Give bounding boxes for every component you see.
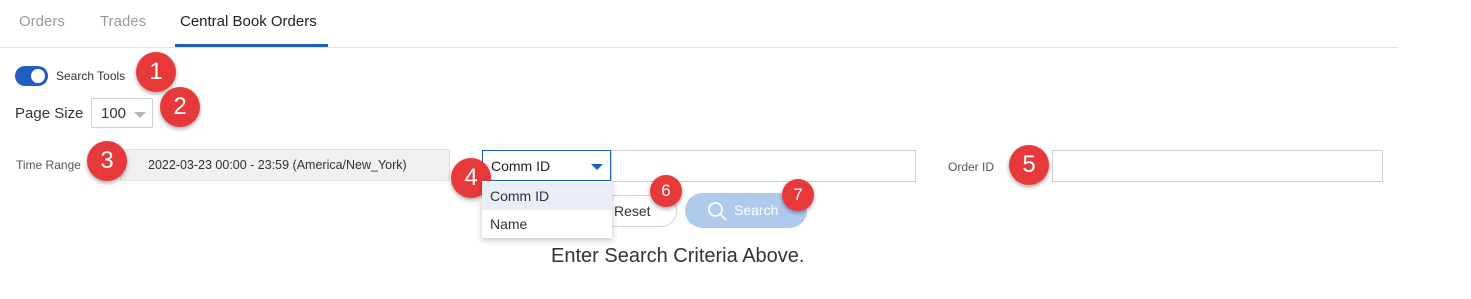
time-range-value: 2022-03-23 00:00 - 23:59 (America/New_Yo… [148, 158, 407, 172]
callout-badge-1: 1 [136, 52, 176, 92]
page-size-label: Page Size [15, 105, 84, 122]
time-range-label: Time Range [16, 158, 81, 172]
search-button-label: Search [734, 202, 779, 218]
search-field-select[interactable]: Comm ID [482, 150, 611, 181]
empty-state-message: Enter Search Criteria Above. [551, 245, 805, 267]
callout-badge-2: 2 [160, 87, 200, 127]
page-size-value: 100 [101, 105, 127, 122]
tabs-divider [0, 47, 1398, 48]
search-tools-label: Search Tools [56, 69, 126, 83]
search-tools-toggle[interactable] [15, 66, 48, 86]
reset-button-label: Reset [614, 203, 651, 219]
time-range-picker[interactable]: 2022-03-23 00:00 - 23:59 (America/New_Yo… [120, 149, 450, 181]
order-id-input[interactable] [1052, 150, 1383, 182]
tab-orders[interactable]: Orders [19, 0, 65, 47]
search-field-value: Comm ID [491, 158, 551, 174]
caret-down-icon [591, 164, 603, 170]
page-size-select[interactable]: 100 [91, 98, 153, 128]
search-icon [708, 202, 727, 221]
tab-trades[interactable]: Trades [100, 0, 146, 47]
dropdown-option-comm-id[interactable]: Comm ID [482, 182, 612, 210]
order-id-label: Order ID [948, 160, 995, 174]
callout-badge-3: 3 [87, 141, 127, 181]
toggle-knob [31, 69, 45, 83]
search-field-dropdown: Comm ID Name [482, 181, 612, 238]
chevron-down-icon [134, 112, 146, 118]
tab-central-book-orders[interactable]: Central Book Orders [180, 0, 317, 47]
callout-badge-6: 6 [650, 175, 682, 207]
callout-badge-7: 7 [782, 179, 814, 211]
dropdown-option-name[interactable]: Name [482, 210, 612, 238]
callout-badge-5: 5 [1009, 145, 1049, 185]
